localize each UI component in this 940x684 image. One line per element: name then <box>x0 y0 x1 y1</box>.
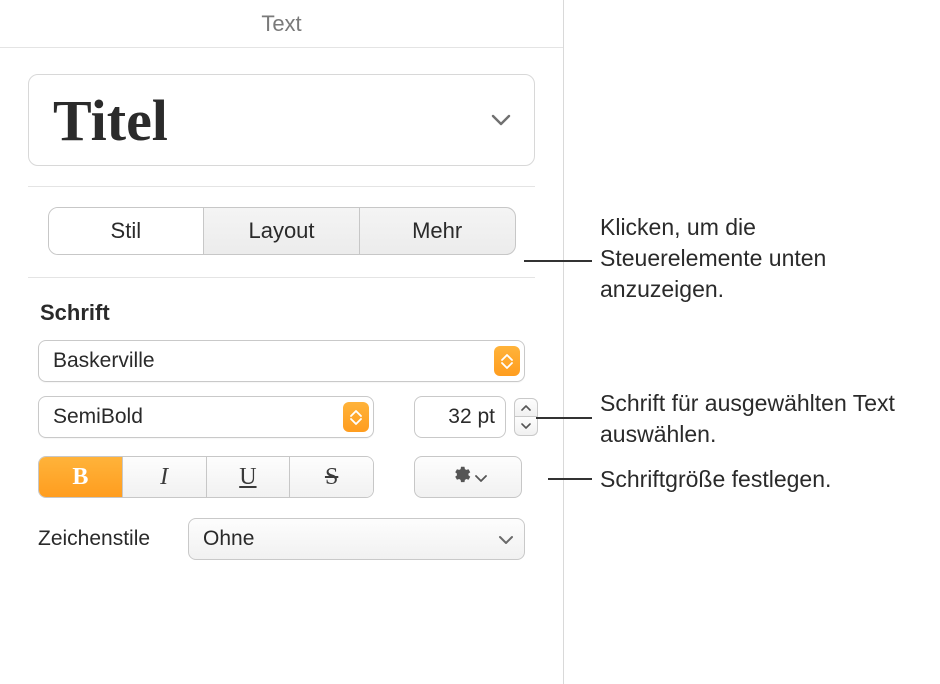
chevron-down-icon <box>488 107 514 133</box>
character-styles-label: Zeichenstile <box>38 527 174 551</box>
stepper-up-button[interactable] <box>514 398 538 417</box>
font-family-popup[interactable]: Baskerville <box>38 340 525 382</box>
panel-title: Text <box>261 11 301 37</box>
italic-label: I <box>160 464 168 491</box>
font-weight-value: SemiBold <box>53 405 143 429</box>
callout-line <box>524 260 592 262</box>
strikethrough-button[interactable]: S <box>289 457 373 497</box>
font-size-control: 32 pt <box>414 396 538 438</box>
callout-line <box>548 478 592 480</box>
paragraph-style-label: Titel <box>53 87 168 154</box>
character-styles-popup[interactable]: Ohne <box>188 518 525 560</box>
font-weight-popup[interactable]: SemiBold <box>38 396 374 438</box>
character-styles-value: Ohne <box>203 527 254 551</box>
font-section-label: Schrift <box>40 300 523 326</box>
advanced-options-button[interactable] <box>414 456 522 498</box>
panel-header: Text <box>0 0 563 48</box>
font-size-value: 32 pt <box>448 405 495 429</box>
chevron-down-icon <box>498 527 514 551</box>
stepper-down-button[interactable] <box>514 417 538 436</box>
tab-segmented-control: Stil Layout Mehr <box>48 207 516 255</box>
underline-label: U <box>239 464 256 491</box>
text-format-group: B I U S <box>38 456 374 498</box>
font-family-value: Baskerville <box>53 349 155 373</box>
font-size-input[interactable]: 32 pt <box>414 396 506 438</box>
strikethrough-label: S <box>325 464 338 491</box>
chevron-down-icon <box>475 466 487 489</box>
tab-more-label: Mehr <box>412 218 462 244</box>
bold-button[interactable]: B <box>39 457 122 497</box>
text-inspector-panel: Text Titel Stil Layout Mehr Schrift Bask… <box>0 0 564 684</box>
callout-font-size: Schriftgröße festlegen. <box>600 464 940 495</box>
callout-font-family: Schrift für ausgewählten Text auswählen. <box>600 388 940 450</box>
italic-button[interactable]: I <box>122 457 206 497</box>
updown-arrows-icon <box>343 402 369 432</box>
underline-button[interactable]: U <box>206 457 290 497</box>
divider <box>28 186 535 187</box>
tab-more[interactable]: Mehr <box>359 208 515 254</box>
updown-arrows-icon <box>494 346 520 376</box>
tab-layout-label: Layout <box>248 218 314 244</box>
font-size-stepper <box>514 396 538 438</box>
tab-layout[interactable]: Layout <box>203 208 359 254</box>
paragraph-style-popup[interactable]: Titel <box>28 74 535 166</box>
gear-icon <box>449 463 471 491</box>
bold-label: B <box>72 464 88 491</box>
tab-style[interactable]: Stil <box>49 208 204 254</box>
callout-line <box>536 417 592 419</box>
callout-tabs: Klicken, um die Steuerelemente unten anz… <box>600 212 920 305</box>
font-controls: Baskerville SemiBold 32 pt <box>38 340 525 560</box>
divider <box>28 277 535 278</box>
tab-style-label: Stil <box>111 218 142 244</box>
